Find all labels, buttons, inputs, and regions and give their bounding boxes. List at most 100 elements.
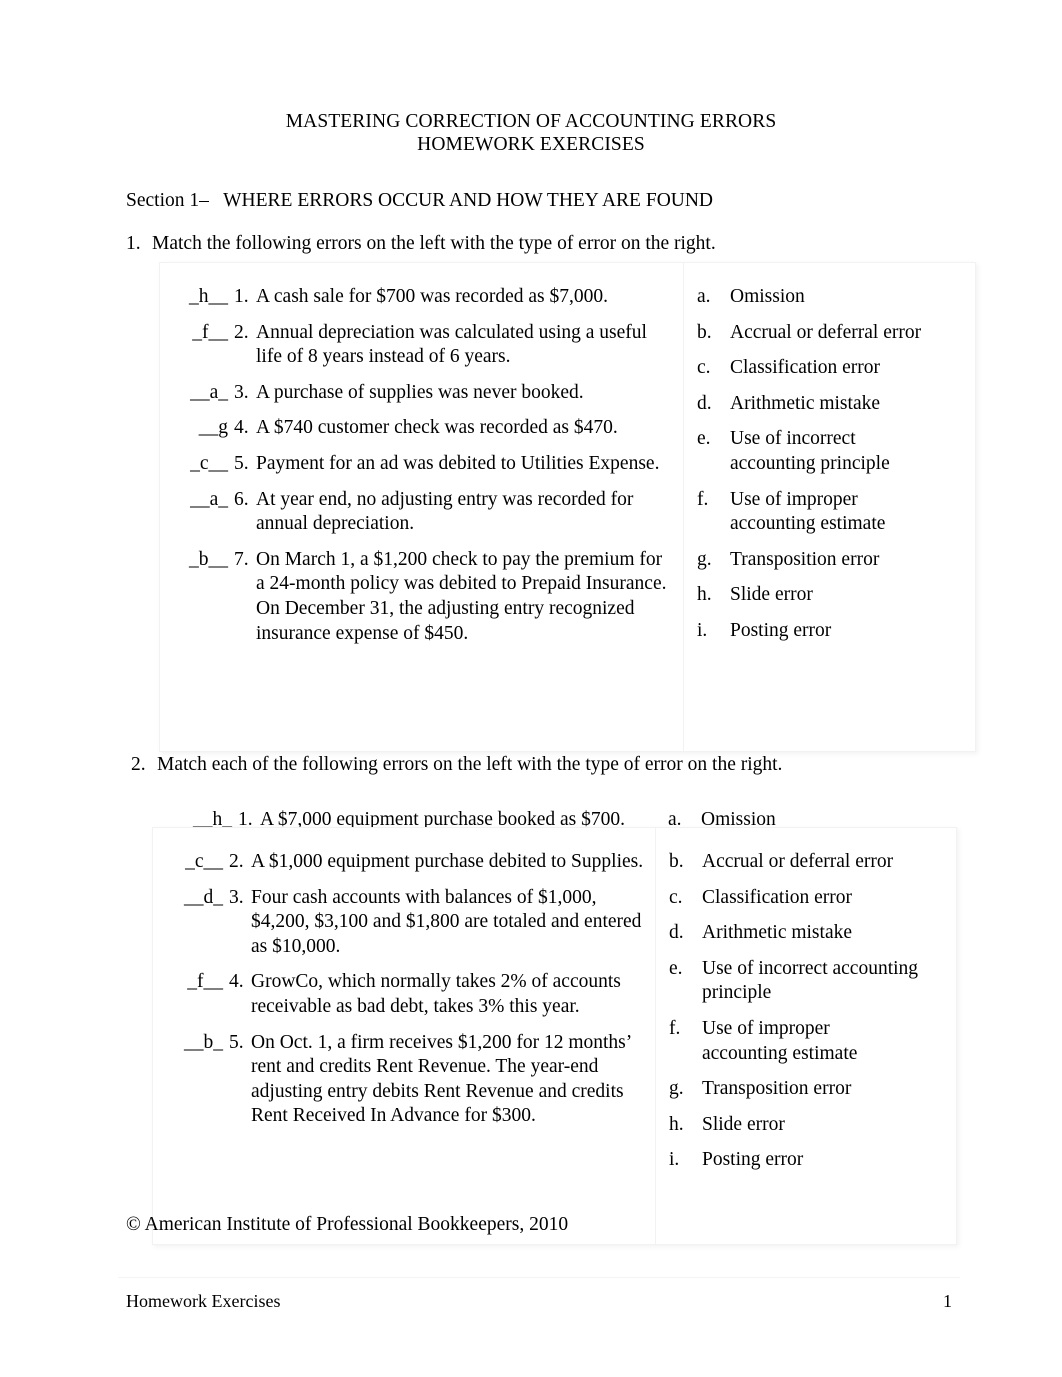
option-text: Arithmetic mistake: [702, 922, 853, 944]
item-number: 4.: [229, 971, 244, 993]
item-number: 6.: [234, 488, 249, 510]
match-item: _h__ 1. A cash sale for $700 was recorde…: [160, 285, 673, 310]
exercise-2-errors-cell: _c__ 2. A $1,000 equipment purchase debi…: [153, 828, 656, 1244]
option-item: e. Use of incorrect accounting principle: [656, 957, 956, 1006]
item-text: Payment for an ad was debited to Utiliti…: [256, 452, 660, 474]
item-text: At year end, no adjusting entry was reco…: [256, 488, 634, 535]
page-footer: Homework Exercises 1: [126, 1290, 952, 1313]
option-item: c. Classification error: [656, 886, 956, 911]
option-item: h. Slide error: [656, 1113, 956, 1138]
answer-blank[interactable]: _c__: [160, 452, 234, 477]
match-item: _c__ 2. A $1,000 equipment purchase debi…: [153, 850, 645, 875]
option-item: a. Omission: [684, 285, 975, 310]
answer-blank[interactable]: _f__: [160, 321, 234, 370]
exercise-2-heading: 2. Match each of the following errors on…: [131, 753, 782, 777]
option-item: b. Accrual or deferral error: [656, 850, 956, 875]
option-letter: d.: [669, 922, 684, 944]
answer-blank[interactable]: _h__: [160, 285, 234, 310]
exercise-1-options-cell: a. Omission b. Accrual or deferral error…: [684, 263, 975, 751]
option-text: Classification error: [730, 357, 880, 379]
match-item: _f__ 4. GrowCo, which normally takes 2% …: [153, 970, 645, 1019]
option-letter: c.: [697, 357, 711, 379]
option-item: f. Use of improper accounting estimate: [684, 488, 975, 537]
option-letter: g.: [697, 548, 712, 570]
page-number: 1: [943, 1291, 952, 1311]
item-text: A $740 customer check was recorded as $4…: [256, 417, 618, 439]
exercise-1-errors-cell: _h__ 1. A cash sale for $700 was recorde…: [160, 263, 684, 751]
option-item: g. Transposition error: [684, 548, 975, 573]
item-text: On Oct. 1, a firm receives $1,200 for 12…: [251, 1031, 631, 1127]
section-heading: Section 1– WHERE ERRORS OCCUR AND HOW TH…: [126, 190, 714, 211]
option-letter: a.: [697, 286, 711, 307]
item-number: 5.: [229, 1031, 244, 1053]
option-letter: b.: [669, 851, 684, 872]
option-letter: h.: [669, 1113, 684, 1135]
option-letter: b.: [697, 321, 712, 343]
option-text: Transposition error: [730, 548, 880, 570]
option-text: Omission: [730, 286, 805, 307]
option-letter: f.: [669, 1017, 681, 1039]
option-letter: h.: [697, 584, 712, 606]
item-text: A cash sale for $700 was recorded as $7,…: [256, 286, 608, 307]
answer-blank[interactable]: __a_: [160, 381, 234, 406]
document-title-line-1: MASTERING CORRECTION OF ACCOUNTING ERROR…: [285, 111, 777, 132]
option-text: Transposition error: [702, 1078, 852, 1100]
option-letter: d.: [697, 392, 712, 414]
option-letter: c.: [669, 886, 683, 908]
item-text: A purchase of supplies was never booked.: [256, 381, 584, 403]
match-item: _b__ 7. On March 1, a $1,200 check to pa…: [160, 548, 673, 646]
item-number: 3.: [229, 886, 244, 908]
option-text: Arithmetic mistake: [730, 392, 881, 414]
option-item: e. Use of incorrect accounting principle: [684, 427, 975, 476]
document-page: MASTERING CORRECTION OF ACCOUNTING ERROR…: [0, 0, 1062, 1377]
option-item: i. Posting error: [656, 1148, 956, 1173]
exercise-2-match-table: _c__ 2. A $1,000 equipment purchase debi…: [152, 827, 957, 1245]
answer-blank[interactable]: __d_: [153, 886, 229, 960]
exercise-1-match-table: _h__ 1. A cash sale for $700 was recorde…: [159, 262, 976, 752]
item-number: 2.: [234, 321, 249, 343]
match-item: _c__ 5. Payment for an ad was debited to…: [160, 452, 673, 477]
exercise-2-instruction: Match each of the following errors on th…: [157, 754, 783, 775]
option-letter: f.: [697, 488, 709, 510]
option-item: b. Accrual or deferral error: [684, 321, 975, 346]
item-number: 2.: [229, 851, 244, 872]
item-text: GrowCo, which normally takes 2% of accou…: [251, 971, 621, 1017]
item-text: A $1,000 equipment purchase debited to S…: [251, 851, 644, 872]
document-title-block: MASTERING CORRECTION OF ACCOUNTING ERROR…: [0, 110, 1062, 156]
option-letter: e.: [697, 428, 711, 450]
match-item: __a_ 3. A purchase of supplies was never…: [160, 381, 673, 406]
item-text: Four cash accounts with balances of $1,0…: [251, 886, 642, 957]
exercise-2-options-cell: b. Accrual or deferral error c. Classifi…: [656, 828, 956, 1244]
answer-blank[interactable]: __g: [160, 416, 234, 441]
option-text: Use of incorrect accounting principle: [730, 428, 890, 474]
item-number: 1.: [234, 286, 249, 307]
exercise-1-instruction: Match the following errors on the left w…: [152, 233, 716, 254]
option-text: Accrual or deferral error: [730, 321, 922, 343]
match-item: _f__ 2. Annual depreciation was calculat…: [160, 321, 673, 370]
item-number: 4.: [234, 417, 249, 439]
answer-blank[interactable]: __b_: [153, 1031, 229, 1129]
item-text: On March 1, a $1,200 check to pay the pr…: [256, 548, 667, 644]
answer-blank[interactable]: __a_: [160, 488, 234, 537]
option-item: h. Slide error: [684, 583, 975, 608]
option-item: g. Transposition error: [656, 1077, 956, 1102]
copyright-notice: © American Institute of Professional Boo…: [126, 1214, 569, 1235]
option-letter: g.: [669, 1078, 684, 1100]
item-text: Annual depreciation was calculated using…: [256, 321, 647, 368]
answer-blank[interactable]: _c__: [153, 850, 229, 875]
option-text: Slide error: [730, 584, 813, 606]
answer-blank[interactable]: _f__: [153, 970, 229, 1019]
item-number: 5.: [234, 452, 249, 474]
option-text: Classification error: [702, 886, 852, 908]
answer-blank[interactable]: _b__: [160, 548, 234, 646]
footer-divider: [118, 1277, 960, 1278]
option-text: Slide error: [702, 1113, 785, 1135]
exercise-1-number: 1.: [126, 233, 141, 254]
option-item: d. Arithmetic mistake: [684, 392, 975, 417]
option-item: d. Arithmetic mistake: [656, 921, 956, 946]
match-item: __g 4. A $740 customer check was recorde…: [160, 416, 673, 441]
option-letter: i.: [697, 619, 708, 641]
exercise-2-number: 2.: [131, 754, 146, 775]
match-item: __a_ 6. At year end, no adjusting entry …: [160, 488, 673, 537]
option-text: Use of improper accounting estimate: [730, 488, 886, 535]
